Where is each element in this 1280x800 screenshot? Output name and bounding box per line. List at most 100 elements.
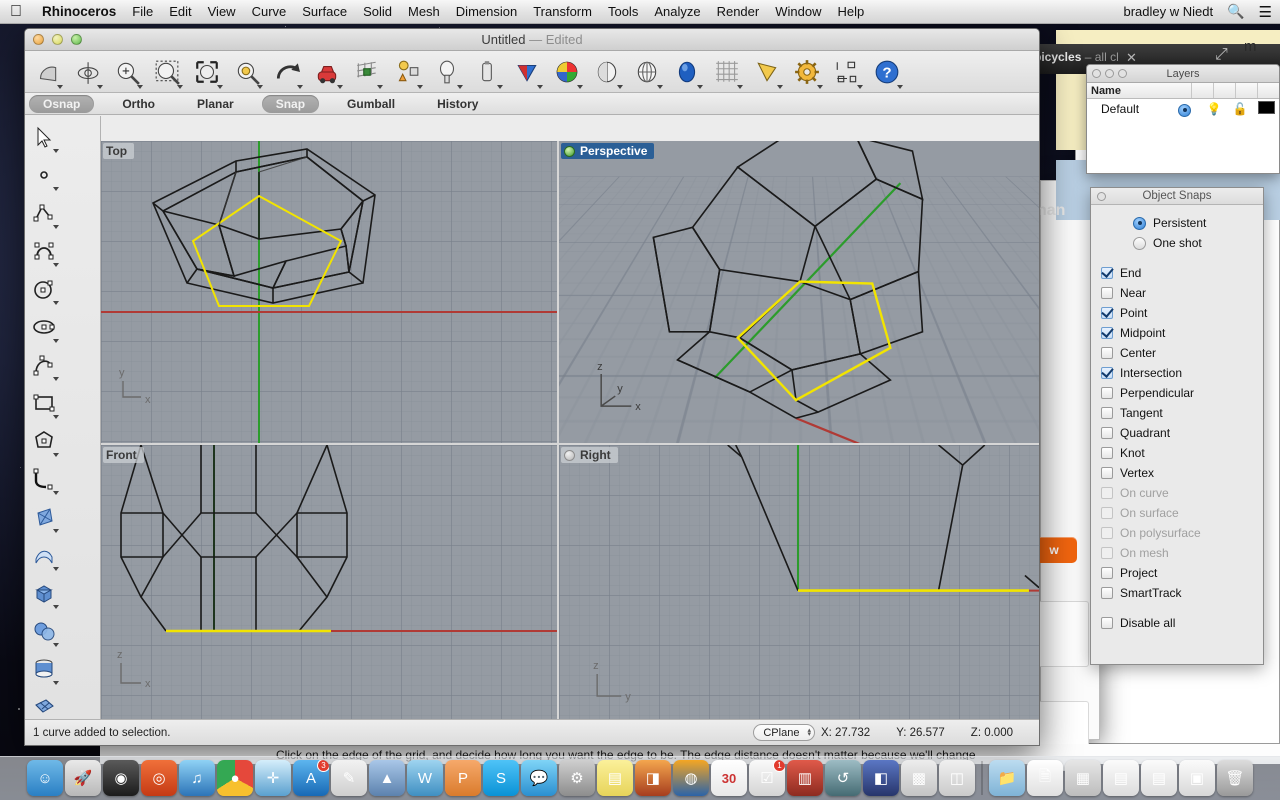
- viewport-divider-horizontal[interactable]: [101, 443, 1039, 445]
- tab-gumball[interactable]: Gumball: [333, 95, 409, 113]
- preview-icon[interactable]: ✎: [331, 760, 367, 796]
- chrome-icon[interactable]: ●: [217, 760, 253, 796]
- left-tool-palette[interactable]: T: [25, 116, 101, 719]
- viewport-perspective[interactable]: z y x Perspective: [559, 141, 1039, 443]
- osnap-project[interactable]: Project: [1091, 563, 1263, 583]
- appstore-icon[interactable]: A3: [293, 760, 329, 796]
- menu-item-render[interactable]: Render: [709, 0, 768, 24]
- shaded-view-icon[interactable]: [587, 52, 627, 92]
- iphoto-library-icon[interactable]: ▩: [901, 760, 937, 796]
- photoshop-icon[interactable]: P: [445, 760, 481, 796]
- render-preview-icon[interactable]: [667, 52, 707, 92]
- web-document-icon[interactable]: ▣: [1179, 760, 1215, 796]
- select-arrow-icon[interactable]: [25, 118, 63, 156]
- osnap-panel-body[interactable]: Persistent One shot End Near Point Midpoint C…: [1091, 205, 1263, 633]
- garageband-icon[interactable]: ▥: [787, 760, 823, 796]
- menu-item-help[interactable]: Help: [829, 0, 872, 24]
- tab-osnap[interactable]: Osnap: [29, 95, 94, 113]
- zoom-window-icon[interactable]: [147, 52, 187, 92]
- extrude-surface-icon[interactable]: [25, 536, 63, 574]
- texture-icon[interactable]: [467, 52, 507, 92]
- ellipse-icon[interactable]: [25, 308, 63, 346]
- menu-item-analyze[interactable]: Analyze: [646, 0, 708, 24]
- time-machine-icon[interactable]: ↺: [825, 760, 861, 796]
- rectangle-icon[interactable]: [25, 384, 63, 422]
- menu-item-app[interactable]: Rhinoceros: [34, 0, 124, 24]
- render-color-icon[interactable]: [507, 52, 547, 92]
- search-icon[interactable]: 🔍: [1227, 3, 1258, 20]
- osnap-mode-one-shot[interactable]: One shot: [1091, 233, 1263, 253]
- audacity-icon[interactable]: ◍: [673, 760, 709, 796]
- document-icon[interactable]: 🗎: [1027, 760, 1063, 796]
- tab-snap[interactable]: Snap: [262, 95, 319, 113]
- sphere-icon[interactable]: [25, 612, 63, 650]
- cplane-dropdown[interactable]: CPlane ▴ ▾: [753, 724, 815, 741]
- trash-icon[interactable]: 🗑: [1217, 760, 1253, 796]
- dashboard-icon[interactable]: ◉: [103, 760, 139, 796]
- layers-list[interactable]: Default 💡 🔓: [1087, 99, 1279, 173]
- osnap-center[interactable]: Center: [1091, 343, 1263, 363]
- color-wheel-icon[interactable]: [547, 52, 587, 92]
- grid-settings-icon[interactable]: [707, 52, 747, 92]
- pdf-document-icon[interactable]: ▤: [1103, 760, 1139, 796]
- point-icon[interactable]: [25, 156, 63, 194]
- options-gear-icon[interactable]: [787, 52, 827, 92]
- photobooth-icon[interactable]: ◧: [863, 760, 899, 796]
- menu-item-curve[interactable]: Curve: [244, 0, 295, 24]
- fillet-curve-icon[interactable]: [25, 460, 63, 498]
- osnap-end[interactable]: End: [1091, 263, 1263, 283]
- polyline-icon[interactable]: [25, 194, 63, 232]
- main-toolbar[interactable]: ?: [25, 51, 1039, 93]
- osnap-perpendicular[interactable]: Perpendicular: [1091, 383, 1263, 403]
- viewport-divider-vertical[interactable]: [557, 141, 559, 719]
- menu-item-window[interactable]: Window: [767, 0, 829, 24]
- downloads-folder-icon[interactable]: 📁: [989, 760, 1025, 796]
- menu-item-tools[interactable]: Tools: [600, 0, 646, 24]
- rhino-application-window[interactable]: Untitled — Edited ? Osnap Ortho Planar Snap…: [24, 28, 1040, 746]
- viewport-label-right[interactable]: Right: [561, 447, 618, 463]
- macos-dock[interactable]: ☺ 🚀 ◉ ◎ ♫ ● ✛ A 3 ✎ ▲ W P S 💬 ⚙ ▤ ◨ ◍ 30 ☑ 1 ▥ ↺ ◧ ▩ ◫ 📁 🗎 ▦ ▤ ▤ ▣ 🗑: [0, 756, 1280, 800]
- firefox-icon[interactable]: ◎: [141, 760, 177, 796]
- menu-user-name[interactable]: bradley w Niedt: [1124, 4, 1228, 19]
- tab-history[interactable]: History: [423, 95, 492, 113]
- osnap-intersection[interactable]: Intersection: [1091, 363, 1263, 383]
- osnap-knot[interactable]: Knot: [1091, 443, 1263, 463]
- reminders-icon[interactable]: ☑ 1: [749, 760, 785, 796]
- polygon-icon[interactable]: [25, 422, 63, 460]
- osnap-disable-all[interactable]: Disable all: [1091, 613, 1263, 633]
- stickies-icon[interactable]: ▤: [597, 760, 633, 796]
- layer-color-swatch[interactable]: [1253, 101, 1279, 117]
- menu-item-file[interactable]: File: [124, 0, 161, 24]
- wireframe-view-icon[interactable]: [627, 52, 667, 92]
- help-icon[interactable]: ?: [867, 52, 907, 92]
- osnap-point[interactable]: Point: [1091, 303, 1263, 323]
- menu-item-dimension[interactable]: Dimension: [448, 0, 525, 24]
- osnap-midpoint[interactable]: Midpoint: [1091, 323, 1263, 343]
- textured-document-icon[interactable]: ▦: [1065, 760, 1101, 796]
- named-view-icon[interactable]: [307, 52, 347, 92]
- menu-item-edit[interactable]: Edit: [161, 0, 199, 24]
- radio-current-icon[interactable]: [1175, 101, 1201, 117]
- circle-icon[interactable]: [25, 270, 63, 308]
- viewport-label-top[interactable]: Top: [103, 143, 134, 159]
- osnap-panel-titlebar[interactable]: Object Snaps: [1091, 188, 1263, 205]
- osnap-smarttrack[interactable]: SmartTrack: [1091, 583, 1263, 603]
- view-pan-icon[interactable]: [27, 52, 67, 92]
- article-document-icon[interactable]: ▤: [1141, 760, 1177, 796]
- safari-icon[interactable]: ✛: [255, 760, 291, 796]
- list-icon[interactable]: ☰: [1259, 3, 1272, 21]
- rotate-view-icon[interactable]: [67, 52, 107, 92]
- clipping-plane-icon[interactable]: [747, 52, 787, 92]
- surface-from-points-icon[interactable]: [25, 498, 63, 536]
- layers-panel[interactable]: Layers Name Default 💡 🔓: [1086, 64, 1280, 174]
- system-preferences-icon[interactable]: ⚙: [559, 760, 595, 796]
- osnap-near[interactable]: Near: [1091, 283, 1263, 303]
- macos-menu-bar[interactable]:  Rhinoceros FileEditViewCurveSurfaceSol…: [0, 0, 1280, 24]
- rhino-icon[interactable]: ▲: [369, 760, 405, 796]
- osnap-quadrant[interactable]: Quadrant: [1091, 423, 1263, 443]
- place-object-icon[interactable]: [387, 52, 427, 92]
- skype-icon[interactable]: S: [483, 760, 519, 796]
- box-icon[interactable]: [25, 574, 63, 612]
- viewport-label-perspective[interactable]: Perspective: [561, 143, 654, 159]
- viewport-label-front[interactable]: Front: [103, 447, 144, 463]
